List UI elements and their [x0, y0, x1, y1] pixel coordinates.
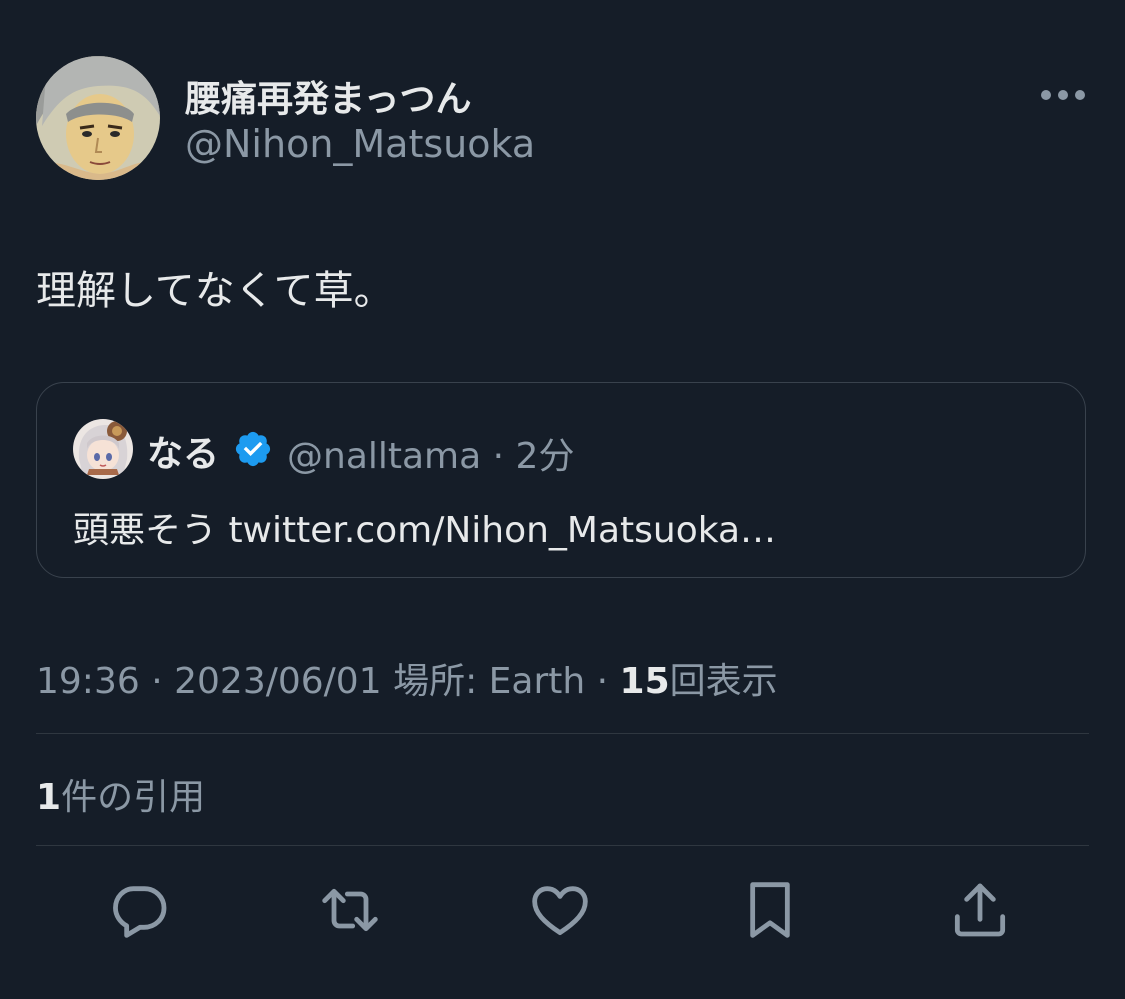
- author-display-name[interactable]: 腰痛再発まっつん: [185, 70, 472, 122]
- tweet-time[interactable]: 19:36: [36, 661, 140, 702]
- author-avatar[interactable]: [36, 56, 160, 180]
- divider: [36, 845, 1089, 846]
- tweet-date[interactable]: 2023/06/01: [174, 661, 382, 702]
- quoted-tweet-meta: @nalltama · 2分: [287, 427, 574, 479]
- retweet-icon: [322, 888, 378, 932]
- share-icon: [954, 883, 1006, 937]
- quoted-tweet-card[interactable]: なる @nalltama · 2分 頭悪そう twitter.com/Nihon…: [36, 382, 1086, 578]
- more-options-button[interactable]: [1036, 80, 1092, 110]
- author-handle[interactable]: @Nihon_Matsuoka: [185, 122, 535, 166]
- heart-icon: [532, 886, 588, 936]
- divider: [36, 733, 1089, 734]
- like-button[interactable]: [528, 878, 592, 942]
- verified-badge-icon: [235, 431, 271, 467]
- bookmark-button[interactable]: [738, 878, 802, 942]
- meta-separator: ·: [151, 661, 163, 702]
- tweet-text: 理解してなくて草。: [36, 268, 394, 314]
- quoted-author-avatar[interactable]: [73, 419, 133, 479]
- quoted-avatar-image: [73, 419, 133, 479]
- quoted-author-handle[interactable]: @nalltama: [287, 436, 481, 477]
- reply-button[interactable]: [108, 878, 172, 942]
- tweet-location: 場所: Earth: [393, 661, 586, 702]
- bookmark-icon: [750, 882, 790, 938]
- meta-separator: ·: [596, 661, 609, 702]
- meta-separator: ·: [492, 436, 505, 477]
- quotes-count-link[interactable]: 1件の引用: [36, 768, 205, 820]
- share-button[interactable]: [948, 878, 1012, 942]
- quoted-author-name[interactable]: なる: [147, 425, 219, 477]
- more-horizontal-icon: [1041, 90, 1085, 100]
- views-count: 15: [619, 661, 670, 702]
- quoted-tweet-time[interactable]: 2分: [516, 436, 575, 477]
- author-avatar-image: [36, 56, 160, 180]
- quotes-label: 件の引用: [61, 777, 206, 818]
- retweet-button[interactable]: [318, 878, 382, 942]
- quoted-tweet-text: 頭悪そう twitter.com/Nihon_Matsuoka…: [73, 510, 777, 551]
- reply-icon: [113, 886, 167, 938]
- tweet-meta-line: 19:36 · 2023/06/01 場所: Earth · 15回表示: [36, 652, 778, 704]
- quotes-count: 1: [36, 777, 62, 818]
- views-label: 回表示: [669, 661, 778, 702]
